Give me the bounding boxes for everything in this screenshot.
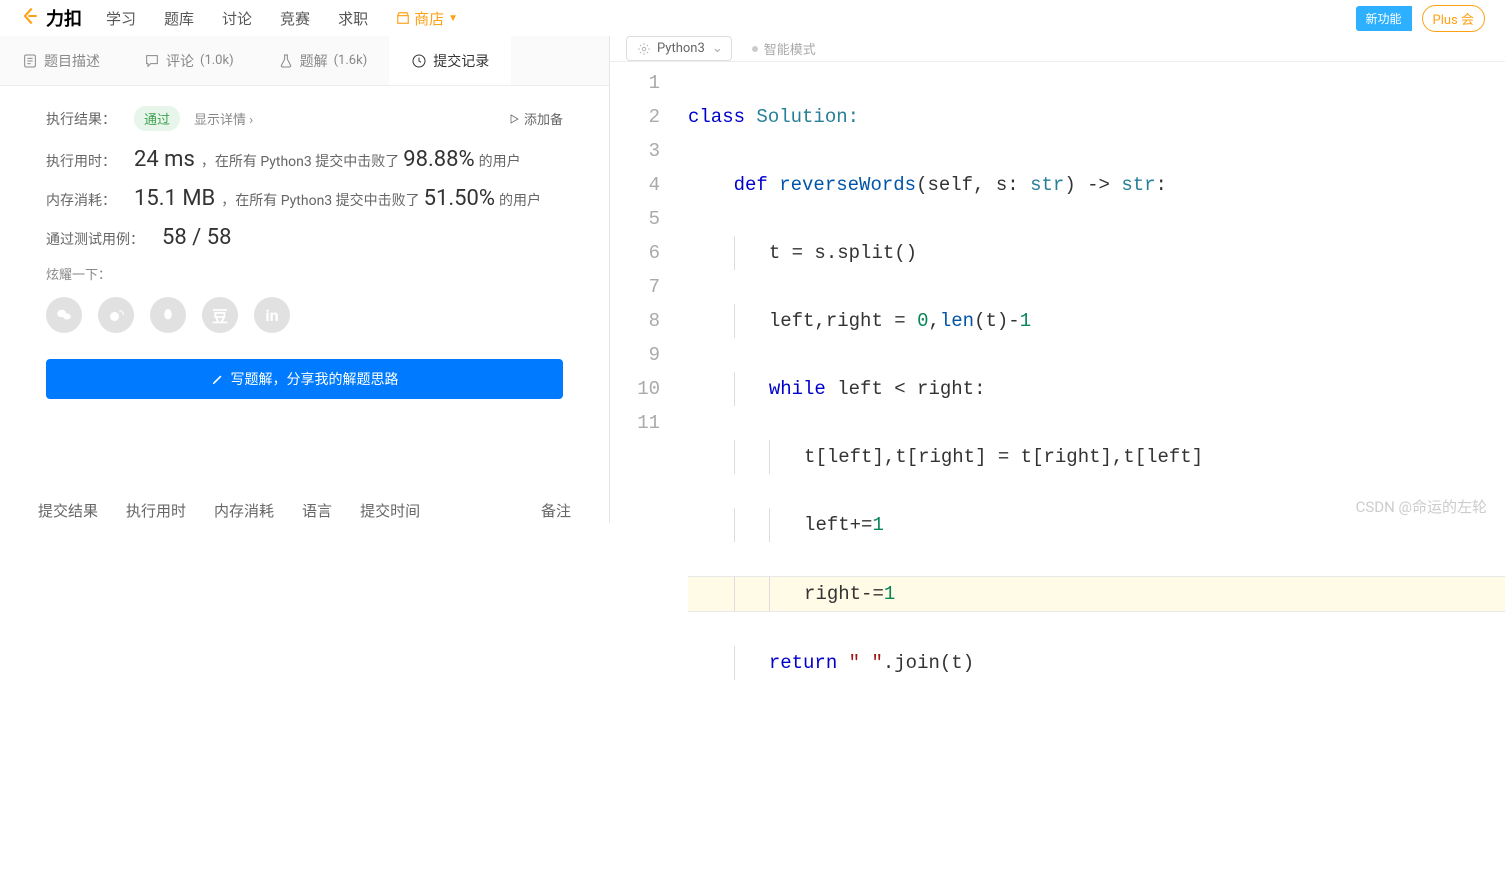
document-icon xyxy=(22,53,38,69)
douban-icon[interactable]: 豆 xyxy=(202,297,238,333)
col-memory[interactable]: 内存消耗 xyxy=(214,500,274,521)
runtime-percentile: 98.88% xyxy=(403,147,474,172)
nav-learn[interactable]: 学习 xyxy=(106,8,136,29)
plus-badge[interactable]: Plus 会 xyxy=(1422,5,1485,32)
qq-icon[interactable] xyxy=(150,297,186,333)
nav-discuss[interactable]: 讨论 xyxy=(222,8,252,29)
show-details-link[interactable]: 显示详情 › xyxy=(194,109,253,128)
result-header-row: 执行结果： 通过 显示详情 › 添加备 xyxy=(46,106,563,131)
right-pane: Python3 智能模式 1 2 3 4 5 6 7 8 9 10 11 cla… xyxy=(610,36,1505,523)
col-language[interactable]: 语言 xyxy=(302,500,332,521)
code-line[interactable]: t = s.split() xyxy=(688,236,1505,270)
play-icon xyxy=(508,113,520,125)
memory-percentile: 51.50% xyxy=(424,186,495,211)
left-pane: 题目描述 评论 (1.0k) 题解 (1.6k) 提交记录 执行结果： 通过 显… xyxy=(0,36,610,523)
flask-icon xyxy=(278,53,294,69)
runtime-row: 执行用时： 24 ms ，在所有 Python3 提交中击败了 98.88% 的… xyxy=(46,147,563,172)
testcases-row: 通过测试用例： 58 / 58 xyxy=(46,225,563,250)
code-line[interactable]: t[left],t[right] = t[right],t[left] xyxy=(688,440,1505,474)
language-select[interactable]: Python3 xyxy=(626,36,732,61)
caret-down-icon: ▼ xyxy=(448,13,458,24)
linkedin-icon[interactable]: in xyxy=(254,297,290,333)
line-gutter: 1 2 3 4 5 6 7 8 9 10 11 xyxy=(610,66,680,884)
brand-text: 力扣 xyxy=(46,5,82,31)
share-label: 炫耀一下： xyxy=(46,264,563,283)
col-time[interactable]: 提交时间 xyxy=(360,500,420,521)
code-line[interactable]: left,right = 0,len(t)-1 xyxy=(688,304,1505,338)
store-icon xyxy=(396,11,410,25)
code-line[interactable] xyxy=(688,714,1505,748)
tab-submissions[interactable]: 提交记录 xyxy=(389,36,511,85)
nav-items: 学习 题库 讨论 竞赛 求职 商店 ▼ xyxy=(106,8,458,29)
code-line[interactable] xyxy=(688,782,1505,816)
new-feature-badge[interactable]: 新功能 xyxy=(1356,6,1412,31)
smart-mode-label[interactable]: 智能模式 xyxy=(752,39,816,58)
code-editor[interactable]: 1 2 3 4 5 6 7 8 9 10 11 class Solution: … xyxy=(610,62,1505,884)
runtime-value: 24 ms xyxy=(134,147,195,172)
add-note-link[interactable]: 添加备 xyxy=(508,109,563,128)
code-line[interactable]: return " ".join(t) xyxy=(688,646,1505,680)
code-content[interactable]: class Solution: def reverseWords(self, s… xyxy=(680,66,1505,884)
testcases-value: 58 / 58 xyxy=(162,225,231,250)
problem-tabs: 题目描述 评论 (1.0k) 题解 (1.6k) 提交记录 xyxy=(0,36,609,86)
code-line[interactable]: while left < right: xyxy=(688,372,1505,406)
watermark: CSDN @命运的左轮 xyxy=(1356,496,1487,517)
write-solution-button[interactable]: 写题解，分享我的解题思路 xyxy=(46,359,563,399)
tab-comments[interactable]: 评论 (1.0k) xyxy=(122,36,256,85)
language-icon xyxy=(637,42,651,56)
clock-icon xyxy=(411,53,427,69)
logo-icon xyxy=(20,6,40,30)
status-badge: 通过 xyxy=(134,106,180,131)
nav-problems[interactable]: 题库 xyxy=(164,8,194,29)
result-label: 执行结果： xyxy=(46,109,116,129)
memory-value: 15.1 MB xyxy=(134,186,215,211)
code-line[interactable]: class Solution: xyxy=(688,100,1505,134)
top-nav: 力扣 学习 题库 讨论 竞赛 求职 商店 ▼ 新功能 Plus 会 xyxy=(0,0,1505,36)
col-result[interactable]: 提交结果 xyxy=(38,500,98,521)
nav-right: 新功能 Plus 会 xyxy=(1356,5,1485,32)
col-runtime[interactable]: 执行用时 xyxy=(126,500,186,521)
tab-solutions[interactable]: 题解 (1.6k) xyxy=(256,36,390,85)
share-icons: 豆 in xyxy=(46,297,563,333)
nav-contest[interactable]: 竞赛 xyxy=(280,8,310,29)
result-card: 执行结果： 通过 显示详情 › 添加备 执行用时： 24 ms ，在所有 Pyt… xyxy=(0,86,609,419)
editor-toolbar: Python3 智能模式 xyxy=(610,36,1505,62)
logo[interactable]: 力扣 xyxy=(20,5,82,31)
pencil-icon xyxy=(211,372,225,386)
main-split: 题目描述 评论 (1.0k) 题解 (1.6k) 提交记录 执行结果： 通过 显… xyxy=(0,36,1505,523)
tab-description[interactable]: 题目描述 xyxy=(0,36,122,85)
weibo-icon[interactable] xyxy=(98,297,134,333)
wechat-icon[interactable] xyxy=(46,297,82,333)
memory-row: 内存消耗： 15.1 MB ，在所有 Python3 提交中击败了 51.50%… xyxy=(46,186,563,211)
code-line[interactable]: right-=1 xyxy=(688,576,1505,612)
submission-table-header: 提交结果 执行用时 内存消耗 语言 提交时间 备注 xyxy=(0,500,609,523)
code-line[interactable]: def reverseWords(self, s: str) -> str: xyxy=(688,168,1505,202)
comment-icon xyxy=(144,53,160,69)
nav-jobs[interactable]: 求职 xyxy=(338,8,368,29)
nav-store[interactable]: 商店 ▼ xyxy=(396,8,458,29)
col-note[interactable]: 备注 xyxy=(541,500,571,521)
